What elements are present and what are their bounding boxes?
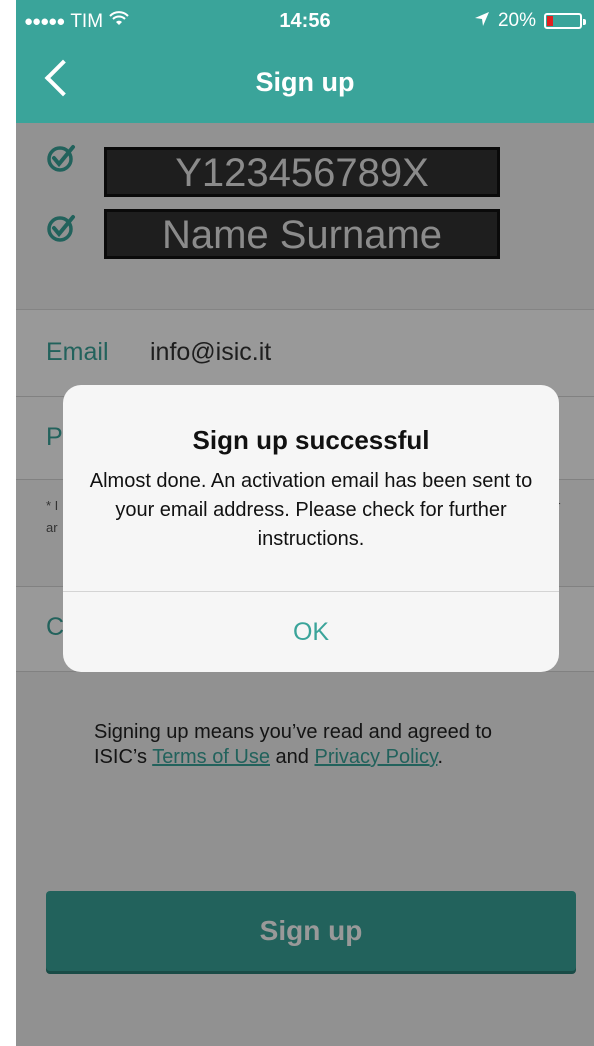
status-bar: ●●●●● TIM 14:56 20% [16, 0, 594, 45]
page-title: Sign up [255, 67, 355, 97]
navigation-bar: Sign up [16, 45, 594, 123]
alert-message: Almost done. An activation email has bee… [89, 470, 533, 550]
phone-screen: ●●●●● TIM 14:56 20% Sign up Y123456789X [16, 0, 594, 1046]
status-right: 20% [474, 10, 586, 32]
location-arrow-icon [474, 11, 490, 32]
alert-ok-button[interactable]: OK [63, 592, 559, 672]
battery-percent: 20% [497, 10, 536, 31]
battery-fill [547, 16, 553, 26]
battery-cap [583, 19, 586, 25]
alert-title: Sign up successful [192, 425, 430, 455]
sign-up-success-alert: Sign up successful Almost done. An activ… [63, 385, 559, 672]
battery-icon [544, 13, 586, 29]
